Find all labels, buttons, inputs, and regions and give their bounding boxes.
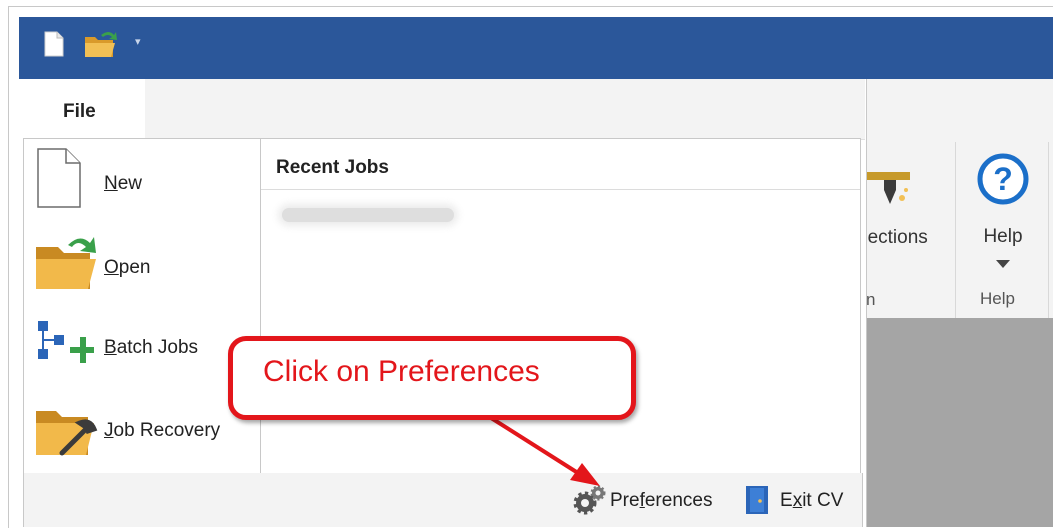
callout-box: Click on Preferences xyxy=(228,336,636,420)
callout-text: Click on Preferences xyxy=(263,355,540,388)
callout-arrow xyxy=(486,414,600,486)
